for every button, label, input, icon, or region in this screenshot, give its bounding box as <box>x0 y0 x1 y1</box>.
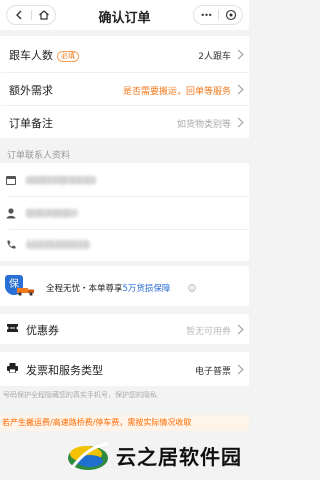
more-button[interactable]: ••• <box>194 6 218 24</box>
person-icon <box>6 208 16 219</box>
remark-placeholder: 如货物类别等 <box>176 120 231 130</box>
home-icon <box>39 10 49 20</box>
followers-value: 2人跟车 <box>198 52 231 62</box>
target-icon <box>225 9 237 21</box>
nav-controls-right: ••• <box>193 5 243 25</box>
chevron-right-icon <box>233 117 244 128</box>
close-mini-button[interactable] <box>219 6 243 24</box>
insurance-highlight: 5万货损保障 <box>122 284 171 294</box>
page-title: 确认订单 <box>98 11 151 26</box>
remark-row[interactable]: 订单备注 如货物类别等 <box>0 106 249 138</box>
contact-phone[interactable]: 15736298975 <box>26 239 89 249</box>
invoice-label: 发票和服务类型 <box>26 364 103 377</box>
coupon-row[interactable]: 优惠券 暂无可用券 <box>0 314 249 344</box>
followers-row[interactable]: 跟车人数 必填 2人跟车 <box>0 36 249 72</box>
home-button[interactable] <box>32 6 56 24</box>
extra-needs-label: 额外需求 <box>9 84 53 97</box>
extra-needs-row[interactable]: 额外需求 是否需要搬运，回单等服务 <box>0 73 249 105</box>
truck-icon <box>17 288 34 296</box>
fee-notice-text: 若产生搬运费/高速路桥费/停车费，需按实际情况收取 <box>2 418 192 427</box>
coupon-label: 优惠券 <box>26 324 59 337</box>
coupon-value: 暂无可用券 <box>185 327 231 337</box>
printer-icon <box>7 363 18 373</box>
insurance-banner[interactable]: 保 全程无忧・本单尊享5万货损保障 <box>0 266 249 306</box>
chevron-right-icon <box>233 49 244 60</box>
chevron-right-icon <box>233 324 244 335</box>
phone-icon <box>7 240 16 249</box>
coupon-icon <box>7 324 18 332</box>
nav-controls-left <box>6 5 56 25</box>
contact-time[interactable]: 05月27日 14:23 <box>26 174 96 187</box>
extra-needs-value: 是否需要搬运，回单等服务 <box>122 87 231 97</box>
chevron-right-icon <box>233 84 244 95</box>
invoice-row[interactable]: 发票和服务类型 电子普票 <box>0 352 249 386</box>
nav-header: 确认订单 ••• <box>0 0 249 30</box>
privacy-note: 号码保护全程隐藏您的真实手机号，保护您的隐私 <box>3 391 157 399</box>
watermark-logo-icon <box>68 442 109 470</box>
invoice-value: 电子普票 <box>194 367 231 377</box>
insurance-text: 全程无忧・本单尊享 <box>46 284 123 294</box>
required-badge: 必填 <box>57 50 79 62</box>
watermark-text: 云之居软件园 <box>116 445 242 469</box>
info-icon[interactable] <box>188 284 196 292</box>
contact-section-title: 订单联系人资料 <box>7 151 71 161</box>
contact-name[interactable]: 联系人姓名 <box>26 207 71 220</box>
watermark: 云之居软件园 <box>64 430 249 480</box>
back-button[interactable] <box>7 6 31 24</box>
fee-notice-bar: 若产生搬运费/高速路桥费/停车费，需按实际情况收取 <box>0 415 249 431</box>
chevron-right-icon <box>233 364 244 375</box>
more-icon: ••• <box>200 10 212 20</box>
contact-card: 05月27日 14:23 联系人姓名 15736298975 <box>0 163 249 261</box>
remark-label: 订单备注 <box>9 117 53 130</box>
followers-label: 跟车人数 <box>9 49 53 62</box>
chevron-left-icon <box>16 10 22 20</box>
calendar-icon <box>6 176 16 185</box>
